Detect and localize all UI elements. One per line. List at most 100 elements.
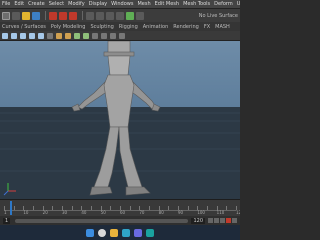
timeline-tick-label: 50 xyxy=(100,210,106,215)
go-to-start-icon[interactable] xyxy=(208,218,213,223)
play-backward-icon[interactable] xyxy=(214,218,219,223)
shelf-tab-sculpting[interactable]: Sculpting xyxy=(90,24,113,30)
menu-item-uv[interactable]: UV xyxy=(237,1,240,7)
menu-item-file[interactable]: File xyxy=(2,1,10,7)
menu-item-mesh-tools[interactable]: Mesh Tools xyxy=(183,1,210,7)
search-icon[interactable] xyxy=(98,228,106,237)
timeline-tick-label: 120 xyxy=(236,210,240,215)
menu-item-mesh[interactable]: Mesh xyxy=(137,1,150,7)
select-by-component-icon[interactable] xyxy=(69,11,77,20)
cylinder-icon[interactable] xyxy=(20,32,26,39)
timeline-tick xyxy=(13,206,15,210)
range-slider-bar[interactable] xyxy=(15,218,189,223)
menu-item-create[interactable]: Create xyxy=(28,1,45,7)
menu-item-deform[interactable]: Deform xyxy=(214,1,233,7)
timeline-tick xyxy=(168,206,170,210)
timeline-tick-label: 70 xyxy=(139,210,145,215)
snap-curve-icon[interactable] xyxy=(96,11,104,20)
save-scene-icon[interactable] xyxy=(32,11,40,20)
status-line: No Live Surface xyxy=(0,9,240,22)
live-surface-status: No Live Surface xyxy=(198,12,238,19)
shelf-tab-animation[interactable]: Animation xyxy=(143,24,169,30)
browser-icon[interactable] xyxy=(122,228,130,237)
fill-hole-icon[interactable] xyxy=(101,32,107,39)
timeline-tick xyxy=(149,206,150,210)
timeline-tick xyxy=(91,206,92,210)
menu-item-windows[interactable]: Windows xyxy=(111,1,133,7)
snap-point-icon[interactable] xyxy=(106,11,114,20)
menu-item-edit-mesh[interactable]: Edit Mesh xyxy=(155,1,179,7)
cone-icon[interactable] xyxy=(29,32,35,39)
left-arm xyxy=(77,80,109,110)
auto-key-icon[interactable] xyxy=(226,218,231,223)
viewport-panel[interactable] xyxy=(0,41,240,199)
timeline-tick xyxy=(207,206,208,210)
timeline-tick xyxy=(71,206,73,210)
combine-icon[interactable] xyxy=(56,32,62,39)
open-scene-icon[interactable] xyxy=(22,11,30,20)
taskbar xyxy=(0,225,240,240)
timeline-tick-label: 110 xyxy=(216,210,225,215)
smooth-icon[interactable] xyxy=(119,32,125,39)
timeline-tick-label: 10 xyxy=(23,210,29,215)
start-icon[interactable] xyxy=(86,228,94,237)
select-by-object-icon[interactable] xyxy=(59,11,67,20)
play-forward-icon[interactable] xyxy=(220,218,225,223)
bevel-icon[interactable] xyxy=(83,32,89,39)
render-icon[interactable] xyxy=(126,11,134,20)
mode-selector[interactable] xyxy=(2,11,10,20)
timeline-tick xyxy=(110,206,112,210)
torus-icon[interactable] xyxy=(47,32,53,39)
multi-cut-icon[interactable] xyxy=(110,32,116,39)
shelf-tab-poly-modeling[interactable]: Poly Modeling xyxy=(51,24,86,30)
timeline-tick-label: 60 xyxy=(120,210,126,215)
timeline-tick-label: 30 xyxy=(62,210,68,215)
shelf-tab-curves-surfaces[interactable]: Curves / Surfaces xyxy=(2,24,46,30)
maya-app-icon[interactable] xyxy=(146,228,154,237)
playback-settings-icon[interactable] xyxy=(232,218,237,223)
bridge-icon[interactable] xyxy=(92,32,98,39)
timeline-tick-label: 80 xyxy=(158,210,164,215)
snap-grid-icon[interactable] xyxy=(86,11,94,20)
timeline-tick-label: 40 xyxy=(81,210,87,215)
menu-item-display[interactable]: Display xyxy=(89,1,107,7)
shelf-tabs: Curves / Surfaces Poly Modeling Sculpting R… xyxy=(0,22,240,31)
cube-icon[interactable] xyxy=(11,32,17,39)
range-end-field[interactable]: 120 xyxy=(191,217,205,224)
left-hand xyxy=(71,103,81,112)
timeline-tick xyxy=(33,206,34,210)
separator xyxy=(82,11,83,20)
timeline-tick xyxy=(129,206,131,210)
timeline-tick xyxy=(52,206,54,210)
timeline-tick xyxy=(226,206,228,210)
shelf-tab-fx[interactable]: FX xyxy=(204,24,210,30)
time-slider[interactable]: 1102030405060708090100110120 xyxy=(0,199,240,217)
menu-item-modify[interactable]: Modify xyxy=(68,1,85,7)
snap-surface-icon[interactable] xyxy=(116,11,124,20)
shelf-tab-rendering[interactable]: Rendering xyxy=(173,24,199,30)
extrude-icon[interactable] xyxy=(74,32,80,39)
menu-item-edit[interactable]: Edit xyxy=(14,1,24,7)
hat-brim xyxy=(103,51,135,57)
timeline-tick-label: 20 xyxy=(42,210,48,215)
timeline-tick-label: 100 xyxy=(197,210,205,215)
new-scene-icon[interactable] xyxy=(12,11,20,20)
store-icon[interactable] xyxy=(134,228,142,237)
range-slider: 1 120 xyxy=(0,216,240,225)
head xyxy=(107,55,131,76)
separate-icon[interactable] xyxy=(65,32,71,39)
menu-bar: File Edit Create Select Modify Display Windows… xyxy=(0,0,240,9)
select-by-hierarchy-icon[interactable] xyxy=(49,11,57,20)
range-start-field[interactable]: 1 xyxy=(3,217,11,224)
hat xyxy=(107,41,131,54)
shelf-tab-mash[interactable]: MASH xyxy=(215,24,230,30)
current-time-marker[interactable] xyxy=(10,201,12,215)
plane-icon[interactable] xyxy=(38,32,44,39)
sphere-icon[interactable] xyxy=(2,32,8,39)
ipr-render-icon[interactable] xyxy=(136,11,144,20)
shelf-tab-rigging[interactable]: Rigging xyxy=(119,24,138,30)
menu-item-select[interactable]: Select xyxy=(49,1,64,7)
shelf-icons xyxy=(0,31,240,41)
file-explorer-icon[interactable] xyxy=(110,228,118,237)
timeline-tick-label: 90 xyxy=(178,210,184,215)
